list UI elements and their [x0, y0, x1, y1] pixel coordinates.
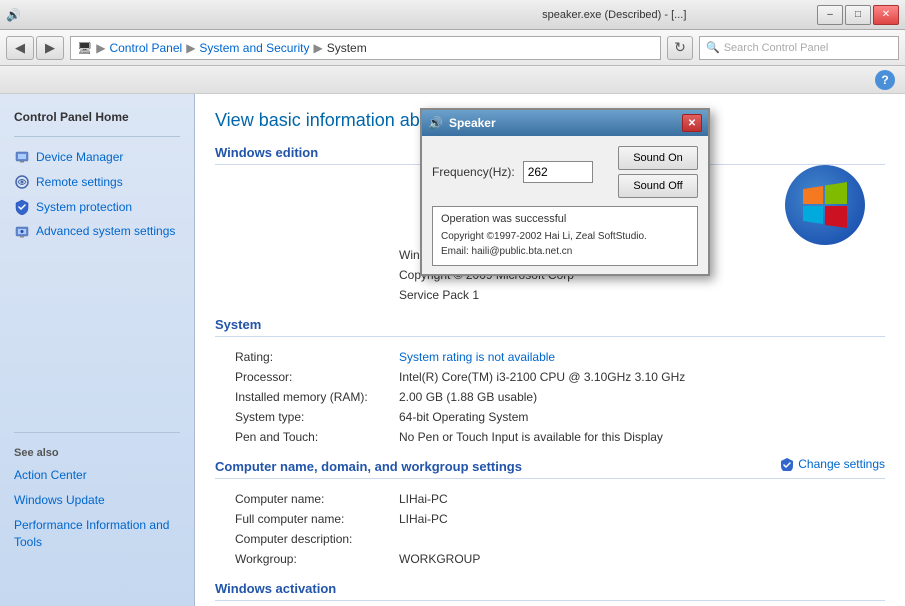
change-settings-link[interactable]: Change settings: [798, 457, 885, 471]
breadcrumb: 🖥 ▶ Control Panel ▶ System and Security …: [70, 36, 661, 60]
sidebar-item-remote-settings[interactable]: Remote settings: [0, 170, 194, 195]
dialog-body: Frequency(Hz): Sound On Sound Off Operat…: [422, 136, 708, 274]
dialog-status-box: Operation was successful Copyright ©1997…: [432, 206, 698, 266]
dialog-title-bar: 🔊 Speaker ✕: [422, 110, 708, 136]
sidebar-item-advanced-settings[interactable]: Advanced system settings: [0, 219, 194, 244]
search-placeholder: Search Control Panel: [724, 42, 829, 54]
dialog-title-icon: 🔊: [428, 116, 443, 130]
workgroup: WORKGROUP: [395, 549, 885, 569]
table-row: Full computer name: LIHai-PC: [215, 509, 885, 529]
sidebar-divider-bottom: [14, 432, 180, 433]
speaker-dialog[interactable]: 🔊 Speaker ✕ Frequency(Hz): Sound On Soun…: [420, 108, 710, 276]
sidebar: Control Panel Home Device Manager Remote…: [0, 94, 195, 606]
window-controls: – □ ✕: [817, 5, 899, 25]
sidebar-item-action-center[interactable]: Action Center: [0, 463, 194, 488]
system-pen-touch: No Pen or Touch Input is available for t…: [395, 427, 885, 447]
sound-off-button[interactable]: Sound Off: [618, 174, 698, 198]
computer-description: [395, 529, 885, 549]
sidebar-home-link[interactable]: Control Panel Home: [0, 104, 194, 128]
back-button[interactable]: ◀: [6, 36, 34, 60]
windows-activation-section-header: Windows activation: [215, 581, 885, 601]
edition-sp: Service Pack 1: [395, 285, 885, 305]
title-bar: 🔊 speaker.exe (Described) - [...] – □ ✕: [0, 0, 905, 30]
windows-logo: [785, 165, 865, 245]
nav-buttons: ◀ ▶: [6, 36, 64, 60]
table-row: Installed memory (RAM): 2.00 GB (1.88 GB…: [215, 387, 885, 407]
table-row: Computer name: LIHai-PC: [215, 489, 885, 509]
table-row: System type: 64-bit Operating System: [215, 407, 885, 427]
minimize-button[interactable]: –: [817, 5, 843, 25]
breadcrumb-root-icon: 🖥: [77, 41, 92, 55]
window-title: speaker.exe (Described) - [...]: [412, 9, 818, 21]
table-row: Processor: Intel(R) Core(TM) i3-2100 CPU…: [215, 367, 885, 387]
refresh-button[interactable]: ↻: [667, 36, 693, 60]
sound-on-button[interactable]: Sound On: [618, 146, 698, 170]
title-bar-left: 🔊: [6, 8, 412, 22]
system-section-header: System: [215, 317, 885, 337]
breadcrumb-system-security[interactable]: System and Security: [199, 41, 309, 55]
address-bar: ◀ ▶ 🖥 ▶ Control Panel ▶ System and Secur…: [0, 30, 905, 66]
breadcrumb-system: System: [327, 41, 367, 55]
table-row: Rating: System rating is not available: [215, 347, 885, 367]
remote-settings-icon: [14, 174, 30, 190]
sidebar-item-system-protection[interactable]: System protection: [0, 195, 194, 220]
sidebar-item-device-manager[interactable]: Device Manager: [0, 145, 194, 170]
sidebar-item-performance[interactable]: Performance Information and Tools: [0, 513, 194, 555]
device-manager-icon: [14, 149, 30, 165]
app-icon: 🔊: [6, 8, 21, 22]
search-bar: 🔍 Search Control Panel: [699, 36, 899, 60]
table-row: Computer description:: [215, 529, 885, 549]
advanced-settings-icon: [14, 224, 30, 240]
see-also-label: See also: [0, 441, 194, 463]
close-button[interactable]: ✕: [873, 5, 899, 25]
maximize-button[interactable]: □: [845, 5, 871, 25]
dialog-status-label: Operation was successful: [441, 213, 689, 225]
sidebar-divider-top: [14, 136, 180, 137]
system-ram: 2.00 GB (1.88 GB usable): [395, 387, 885, 407]
frequency-label: Frequency(Hz):: [432, 165, 515, 179]
system-rating[interactable]: System rating is not available: [395, 347, 885, 367]
dialog-copyright-2: Email: haili@public.bta.net.cn: [441, 244, 689, 259]
system-processor: Intel(R) Core(TM) i3-2100 CPU @ 3.10GHz …: [395, 367, 885, 387]
frequency-input[interactable]: [523, 161, 593, 183]
table-row: Workgroup: WORKGROUP: [215, 549, 885, 569]
dialog-copyright-1: Copyright ©1997-2002 Hai Li, Zeal SoftSt…: [441, 229, 689, 244]
system-info-table: Rating: System rating is not available P…: [215, 347, 885, 447]
toolbar: ?: [0, 66, 905, 94]
search-icon: 🔍: [706, 41, 720, 54]
sidebar-item-windows-update[interactable]: Windows Update: [0, 488, 194, 513]
dialog-close-button[interactable]: ✕: [682, 114, 702, 132]
table-row: Service Pack 1: [215, 285, 885, 305]
system-type: 64-bit Operating System: [395, 407, 885, 427]
frequency-row: Frequency(Hz): Sound On Sound Off: [432, 146, 698, 198]
dialog-title-text: Speaker: [449, 116, 496, 130]
breadcrumb-control-panel[interactable]: Control Panel: [109, 41, 182, 55]
computer-name-table: Computer name: LIHai-PC Full computer na…: [215, 489, 885, 569]
forward-button[interactable]: ▶: [36, 36, 64, 60]
system-protection-icon: [14, 199, 30, 215]
full-computer-name: LIHai-PC: [395, 509, 885, 529]
help-button[interactable]: ?: [875, 70, 895, 90]
dialog-buttons: Sound On Sound Off: [618, 146, 698, 198]
computer-name: LIHai-PC: [395, 489, 885, 509]
table-row: Pen and Touch: No Pen or Touch Input is …: [215, 427, 885, 447]
shield-icon: [780, 457, 794, 471]
